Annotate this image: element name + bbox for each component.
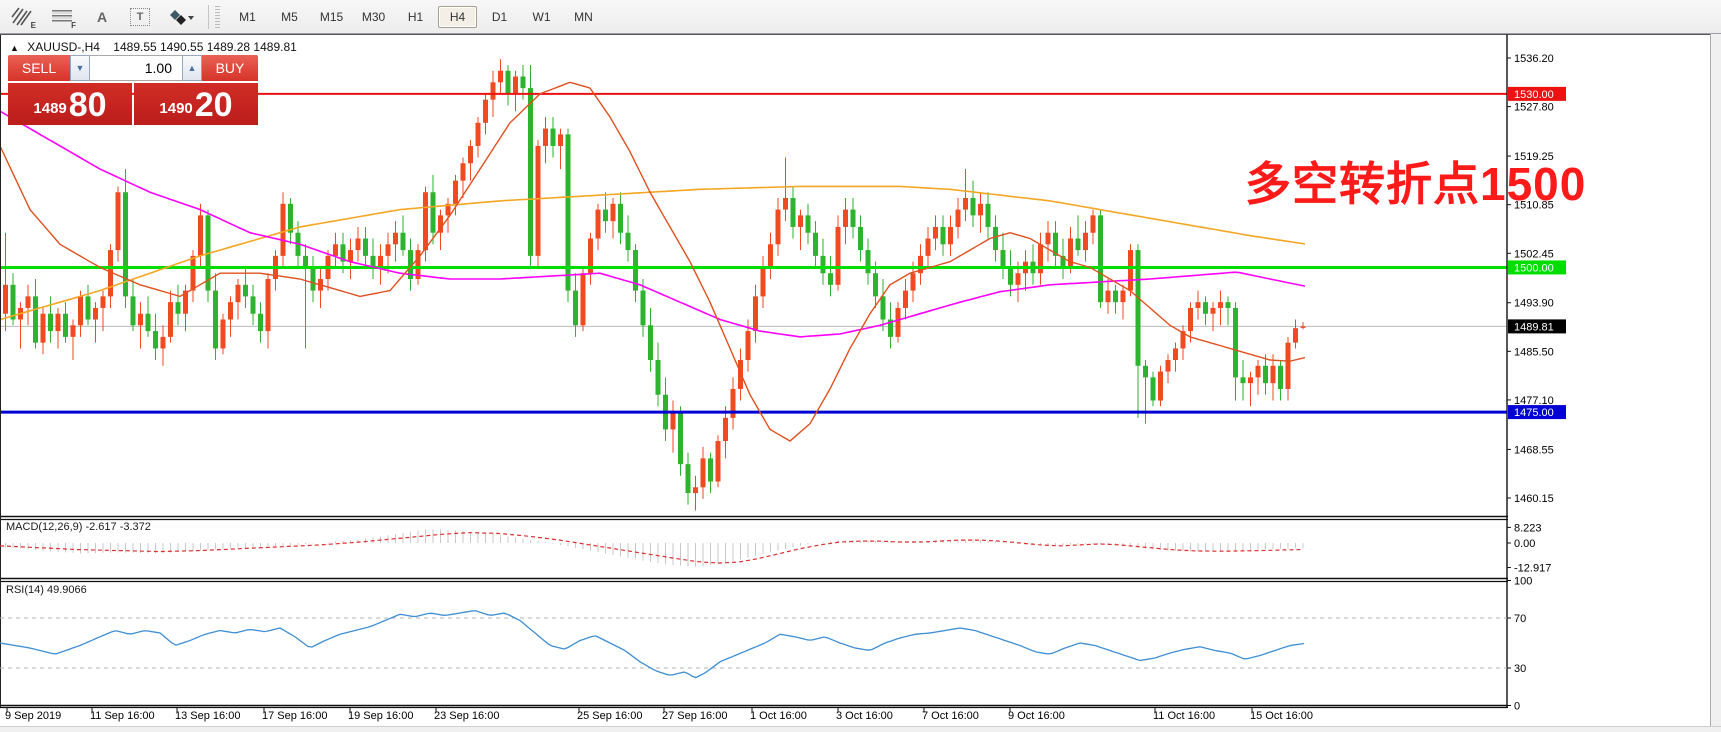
rsi-axis-label: 30 bbox=[1514, 663, 1526, 675]
time-tick-label: 13 Sep 16:00 bbox=[175, 710, 240, 722]
price-tick-label: 1460.15 bbox=[1514, 493, 1554, 505]
volume-input[interactable]: 1.00 bbox=[90, 55, 182, 81]
sell-price-display[interactable]: 1489 80 bbox=[8, 83, 132, 125]
macd-indicator-label: MACD(12,26,9) -2.617 -3.372 bbox=[6, 521, 151, 533]
buy-button[interactable]: BUY bbox=[202, 55, 258, 81]
timeframe-d1[interactable]: D1 bbox=[480, 6, 519, 28]
price-tick-label: 1485.50 bbox=[1514, 346, 1554, 358]
drawing-tools: E F A T bbox=[0, 6, 196, 28]
price-tick-label: 1493.90 bbox=[1514, 298, 1554, 310]
one-click-trading-panel: SELL ▼ 1.00 ▲ BUY 1489 80 1490 20 bbox=[8, 55, 258, 125]
fibonacci-tool-sub-label: F bbox=[71, 21, 76, 30]
level-badge-1475.00-label: 1475.00 bbox=[1514, 407, 1554, 419]
time-tick-label: 1 Oct 16:00 bbox=[750, 710, 807, 722]
timeframe-buttons: M1 M5 M15 M30 H1 H4 D1 W1 MN bbox=[228, 6, 603, 28]
rsi-axis-label: 0 bbox=[1514, 701, 1520, 713]
chart-text-annotation: 多空转折点1500 bbox=[1245, 148, 1586, 214]
window-right-edge bbox=[1710, 0, 1721, 732]
time-tick-label: 11 Oct 16:00 bbox=[1153, 710, 1215, 722]
timeframe-h1[interactable]: H1 bbox=[396, 6, 435, 28]
sell-button[interactable]: SELL bbox=[8, 55, 70, 81]
chart-header: ▲ XAUUSD-,H4 1489.55 1490.55 1489.28 148… bbox=[10, 40, 297, 54]
timeframe-m1[interactable]: M1 bbox=[228, 6, 267, 28]
sell-price-main: 1489 bbox=[33, 96, 66, 122]
level-badge-1530.00-label: 1530.00 bbox=[1514, 89, 1554, 101]
buy-price-main: 1490 bbox=[159, 96, 192, 122]
sell-price-pips: 80 bbox=[69, 88, 107, 122]
price-tick-label: 1502.45 bbox=[1514, 248, 1554, 260]
time-tick-label: 9 Oct 16:00 bbox=[1008, 710, 1065, 722]
time-tick-label: 3 Oct 16:00 bbox=[836, 710, 893, 722]
time-tick-label: 17 Sep 16:00 bbox=[262, 710, 327, 722]
rsi-axis-label: 70 bbox=[1514, 613, 1526, 625]
price-tick-label: 1527.80 bbox=[1514, 102, 1554, 114]
fibonacci-grid-icon[interactable]: F bbox=[50, 6, 74, 28]
time-tick-label: 15 Oct 16:00 bbox=[1250, 710, 1313, 722]
macd-axis-label: 8.223 bbox=[1514, 522, 1542, 534]
volume-increase-button[interactable]: ▲ bbox=[182, 55, 202, 81]
time-tick-label: 7 Oct 16:00 bbox=[922, 710, 979, 722]
timeframe-m5[interactable]: M5 bbox=[270, 6, 309, 28]
toolbar-drag-handle[interactable] bbox=[215, 6, 220, 28]
window-bottom-edge bbox=[0, 726, 1721, 732]
level-badge-1500.00-label: 1500.00 bbox=[1514, 262, 1554, 274]
time-tick-label: 9 Sep 2019 bbox=[5, 710, 61, 722]
time-tick-label: 25 Sep 16:00 bbox=[577, 710, 642, 722]
price-tick-label: 1536.20 bbox=[1514, 53, 1554, 65]
text-tool-icon[interactable]: A bbox=[90, 6, 114, 28]
channels-tool-icon[interactable]: E bbox=[10, 6, 34, 28]
buy-price-pips: 20 bbox=[195, 88, 233, 122]
timeframe-mn[interactable]: MN bbox=[564, 6, 603, 28]
macd-axis-label: 0.00 bbox=[1514, 538, 1535, 550]
text-label-tool-icon[interactable]: T bbox=[130, 8, 150, 26]
timeframe-m15[interactable]: M15 bbox=[312, 6, 351, 28]
price-tick-label: 1468.55 bbox=[1514, 444, 1554, 456]
time-tick-label: 19 Sep 16:00 bbox=[348, 710, 413, 722]
collapse-panel-icon[interactable]: ▲ bbox=[10, 43, 19, 53]
channels-tool-sub-label: E bbox=[31, 21, 36, 30]
timeframe-h4[interactable]: H4 bbox=[438, 6, 477, 28]
macd-axis-label: -12.917 bbox=[1514, 563, 1551, 575]
timeframe-m30[interactable]: M30 bbox=[354, 6, 393, 28]
arrows-tool-icon[interactable] bbox=[166, 6, 196, 28]
buy-price-display[interactable]: 1490 20 bbox=[134, 83, 258, 125]
bar-ohlc-values: 1489.55 1490.55 1489.28 1489.81 bbox=[113, 40, 297, 54]
current-price-badge-label: 1489.81 bbox=[1514, 321, 1554, 333]
rsi-axis-label: 100 bbox=[1514, 576, 1532, 588]
time-tick-label: 11 Sep 16:00 bbox=[90, 710, 155, 722]
symbol-title: XAUUSD-,H4 bbox=[27, 40, 100, 54]
mt4-window: 1536.201527.801519.251510.851502.451493.… bbox=[0, 0, 1721, 732]
price-chart[interactable]: 1536.201527.801519.251510.851502.451493.… bbox=[0, 0, 1721, 732]
toolbar-separator bbox=[208, 5, 209, 29]
rsi-indicator-label: RSI(14) 49.9066 bbox=[6, 584, 87, 596]
time-tick-label: 23 Sep 16:00 bbox=[434, 710, 499, 722]
toolbar: E F A T M1 M5 bbox=[0, 0, 1721, 34]
chart-background bbox=[0, 35, 1721, 732]
volume-decrease-button[interactable]: ▼ bbox=[70, 55, 90, 81]
timeframe-w1[interactable]: W1 bbox=[522, 6, 561, 28]
time-tick-label: 27 Sep 16:00 bbox=[662, 710, 727, 722]
